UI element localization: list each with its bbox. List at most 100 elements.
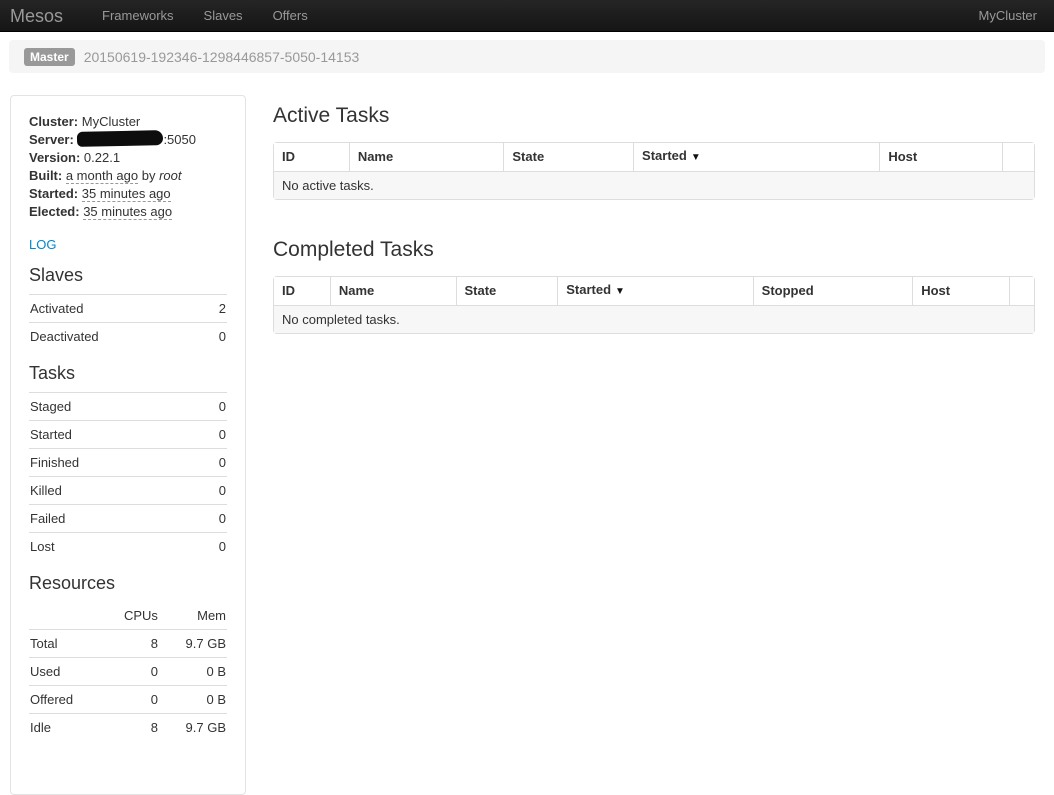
completed-col-header-started-label: Started <box>566 282 611 297</box>
resources-idle-cpus: 8 <box>101 714 159 742</box>
tasks-started-label: Started <box>29 421 197 449</box>
slaves-deactivated-value: 0 <box>204 323 227 351</box>
table-row: Finished 0 <box>29 449 227 477</box>
tasks-killed-value: 0 <box>197 477 227 505</box>
resources-total-cpus: 8 <box>101 630 159 658</box>
table-header-row: ID Name State Started▼ Host <box>274 143 1034 171</box>
cluster-label: Cluster: <box>29 114 78 129</box>
built-time: a month ago <box>66 168 138 184</box>
cluster-info-line: Cluster: MyCluster <box>29 113 227 131</box>
active-tasks-table: ID Name State Started▼ Host No active ta… <box>273 142 1035 200</box>
table-row: No completed tasks. <box>274 305 1034 333</box>
resources-offered-cpus: 0 <box>101 686 159 714</box>
cluster-name-label: MyCluster <box>978 8 1037 23</box>
table-row: Failed 0 <box>29 505 227 533</box>
tasks-failed-label: Failed <box>29 505 197 533</box>
table-row: Staged 0 <box>29 393 227 421</box>
built-info-line: Built: a month ago by root <box>29 167 227 185</box>
main-content: Active Tasks ID Name State Started▼ Host… <box>273 95 1035 334</box>
version-label: Version: <box>29 150 80 165</box>
nav-item-offers[interactable]: Offers <box>258 0 323 32</box>
started-value: 35 minutes ago <box>82 186 171 202</box>
tasks-section-title: Tasks <box>29 360 227 387</box>
table-row: Killed 0 <box>29 477 227 505</box>
navbar: Mesos Frameworks Slaves Offers MyCluster <box>0 0 1054 32</box>
resources-idle-mem: 9.7 GB <box>159 714 227 742</box>
tasks-lost-value: 0 <box>197 533 227 561</box>
built-by-text: by <box>138 168 159 183</box>
started-label: Started: <box>29 186 78 201</box>
slaves-activated-label: Activated <box>29 295 204 323</box>
tasks-killed-label: Killed <box>29 477 197 505</box>
server-label: Server: <box>29 132 74 147</box>
resources-offered-mem: 0 B <box>159 686 227 714</box>
active-col-header-started-label: Started <box>642 148 687 163</box>
completed-tasks-title: Completed Tasks <box>273 237 1035 263</box>
resources-header-mem: Mem <box>159 602 227 630</box>
nav-item-slaves[interactable]: Slaves <box>189 0 258 32</box>
table-row: Deactivated 0 <box>29 323 227 351</box>
table-row: Lost 0 <box>29 533 227 561</box>
log-link[interactable]: LOG <box>29 237 56 252</box>
table-row: Activated 2 <box>29 295 227 323</box>
table-row: Used 0 0 B <box>29 658 227 686</box>
active-col-header-id[interactable]: ID <box>274 143 349 171</box>
tasks-table: Staged 0 Started 0 Finished 0 Killed 0 F… <box>29 392 227 560</box>
completed-col-header-started[interactable]: Started ▼ <box>557 277 752 305</box>
brand-mesos[interactable]: Mesos <box>10 0 63 32</box>
redaction-scribble <box>77 130 163 147</box>
active-col-header-state[interactable]: State <box>503 143 633 171</box>
tasks-failed-value: 0 <box>197 505 227 533</box>
completed-tasks-table: ID Name State Started ▼ Stopped Host No c… <box>273 276 1035 334</box>
built-label: Built: <box>29 168 62 183</box>
completed-col-header-name[interactable]: Name <box>330 277 456 305</box>
completed-col-header-host[interactable]: Host <box>912 277 1009 305</box>
slaves-section-title: Slaves <box>29 262 227 289</box>
tasks-finished-label: Finished <box>29 449 197 477</box>
active-col-header-started[interactable]: Started▼ <box>633 143 879 171</box>
started-info-line: Started: 35 minutes ago <box>29 185 227 203</box>
server-info-line: Server: :5050 <box>29 131 227 149</box>
completed-col-header-empty <box>1009 277 1034 305</box>
slaves-deactivated-label: Deactivated <box>29 323 204 351</box>
resources-header-cpus: CPUs <box>101 602 159 630</box>
resources-table: CPUs Mem Total 8 9.7 GB Used 0 0 B Offer… <box>29 602 227 741</box>
version-value: 0.22.1 <box>84 150 120 165</box>
cluster-value: MyCluster <box>82 114 141 129</box>
built-user: root <box>159 168 181 183</box>
active-col-header-host[interactable]: Host <box>879 143 1002 171</box>
resources-used-cpus: 0 <box>101 658 159 686</box>
tasks-lost-label: Lost <box>29 533 197 561</box>
resources-header-spacer <box>29 602 101 630</box>
sort-descending-icon: ▼ <box>615 286 625 297</box>
elected-label: Elected: <box>29 204 80 219</box>
resources-total-label: Total <box>29 630 101 658</box>
table-row: Total 8 9.7 GB <box>29 630 227 658</box>
tasks-staged-label: Staged <box>29 393 197 421</box>
table-row: Started 0 <box>29 421 227 449</box>
completed-col-header-stopped[interactable]: Stopped <box>753 277 913 305</box>
active-col-header-name[interactable]: Name <box>349 143 504 171</box>
master-id: 20150619-192346-1298446857-5050-14153 <box>84 49 360 65</box>
tasks-staged-value: 0 <box>197 393 227 421</box>
elected-info-line: Elected: 35 minutes ago <box>29 203 227 221</box>
resources-used-label: Used <box>29 658 101 686</box>
resources-offered-label: Offered <box>29 686 101 714</box>
resources-idle-label: Idle <box>29 714 101 742</box>
active-tasks-empty-message: No active tasks. <box>274 171 1034 199</box>
server-port: :5050 <box>163 132 196 147</box>
master-badge: Master <box>24 48 75 66</box>
completed-col-header-id[interactable]: ID <box>274 277 330 305</box>
elected-value: 35 minutes ago <box>83 204 172 220</box>
resources-total-mem: 9.7 GB <box>159 630 227 658</box>
active-col-header-empty <box>1002 143 1034 171</box>
table-row: CPUs Mem <box>29 602 227 630</box>
completed-col-header-state[interactable]: State <box>456 277 558 305</box>
resources-section-title: Resources <box>29 570 227 597</box>
slaves-activated-value: 2 <box>204 295 227 323</box>
version-info-line: Version: 0.22.1 <box>29 149 227 167</box>
tasks-started-value: 0 <box>197 421 227 449</box>
nav-item-frameworks[interactable]: Frameworks <box>87 0 189 32</box>
slaves-table: Activated 2 Deactivated 0 <box>29 294 227 350</box>
active-tasks-title: Active Tasks <box>273 103 1035 129</box>
